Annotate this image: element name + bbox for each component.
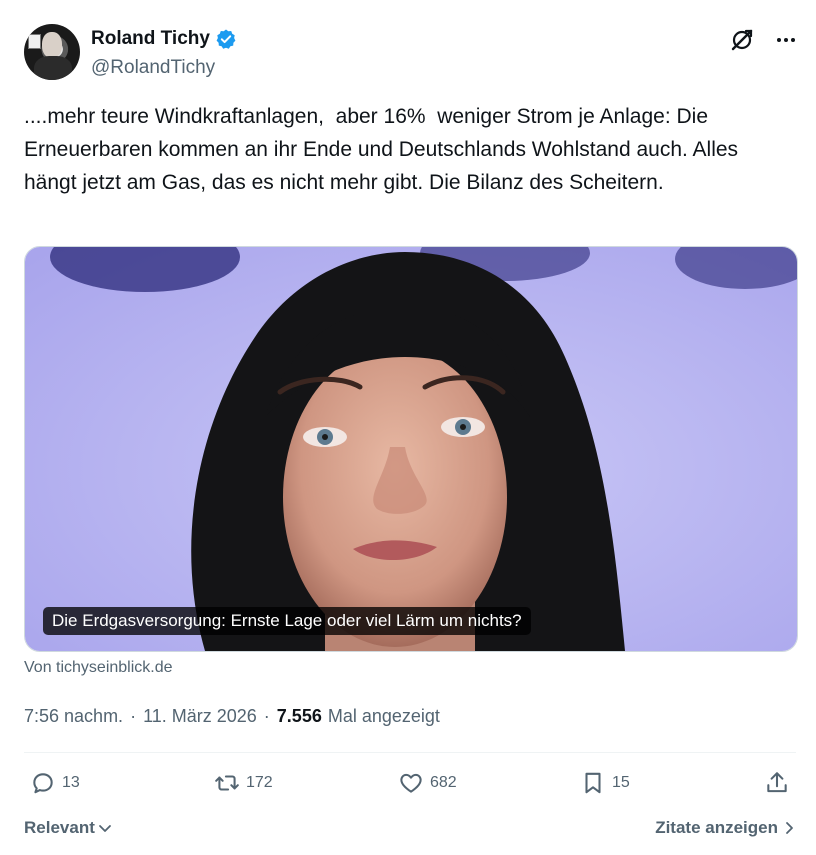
timestamp-date[interactable]: 11. März 2026 [143, 706, 257, 727]
repost-icon [215, 775, 239, 791]
reply-count: 13 [62, 774, 80, 791]
name-row: Roland Tichy [91, 28, 237, 50]
bookmark-button[interactable]: 15 [580, 770, 630, 796]
repost-button[interactable]: 172 [214, 770, 273, 796]
views-count: 7.556 [276, 706, 322, 726]
tweet-meta: 7:56 nachm. · 11. März 2026 · 7.556 Mal … [24, 706, 440, 727]
share-button[interactable] [764, 770, 790, 796]
quotes-label: Zitate anzeigen [655, 818, 778, 837]
verified-badge-icon[interactable] [215, 28, 237, 50]
display-name[interactable]: Roland Tichy [91, 28, 210, 50]
card-source[interactable]: Von tichyseinblick.de [24, 659, 173, 677]
views-label: Mal angezeigt [327, 706, 440, 726]
avatar[interactable] [24, 24, 80, 80]
card-caption: Die Erdgasversorgung: Ernste Lage oder v… [43, 607, 531, 635]
avatar-body [34, 56, 72, 80]
sort-label: Relevant [24, 818, 95, 837]
action-bar: 13 172 682 15 [24, 770, 796, 806]
more-button[interactable] [772, 26, 800, 54]
tweet-header: Roland Tichy @RolandTichy [24, 24, 800, 84]
avatar-frame [28, 34, 41, 49]
timestamp-time[interactable]: 7:56 nachm. [24, 706, 123, 727]
divider [24, 752, 796, 753]
reply-button[interactable]: 13 [30, 770, 80, 796]
share-icon [767, 772, 787, 793]
view-quotes-link[interactable]: Zitate anzeigen [655, 818, 796, 838]
user-handle[interactable]: @RolandTichy [91, 57, 215, 79]
meta-separator-2: · [263, 706, 270, 726]
bookmark-icon [585, 772, 601, 794]
card-image [25, 247, 797, 651]
chevron-right-icon [786, 822, 793, 834]
grok-icon [731, 29, 753, 51]
sort-dropdown[interactable]: Relevant [24, 818, 113, 838]
reply-sort-row: Relevant Zitate anzeigen [24, 818, 796, 844]
bookmark-count: 15 [612, 774, 630, 791]
chevron-down-icon [98, 825, 111, 832]
link-card[interactable]: Die Erdgasversorgung: Ernste Lage oder v… [24, 246, 798, 652]
grok-button[interactable] [728, 26, 756, 54]
reply-icon [33, 773, 53, 794]
header-actions [728, 26, 800, 54]
meta-separator: · [130, 706, 137, 726]
heart-icon [400, 773, 422, 793]
tweet-article: Roland Tichy @RolandTichy ....mehr teure… [0, 0, 816, 855]
more-icon [777, 38, 795, 42]
like-count: 682 [430, 774, 457, 791]
avatar-face [42, 32, 62, 58]
like-button[interactable]: 682 [398, 770, 457, 796]
repost-count: 172 [246, 774, 273, 791]
tweet-text: ....mehr teure Windkraftanlagen, aber 16… [24, 105, 744, 194]
